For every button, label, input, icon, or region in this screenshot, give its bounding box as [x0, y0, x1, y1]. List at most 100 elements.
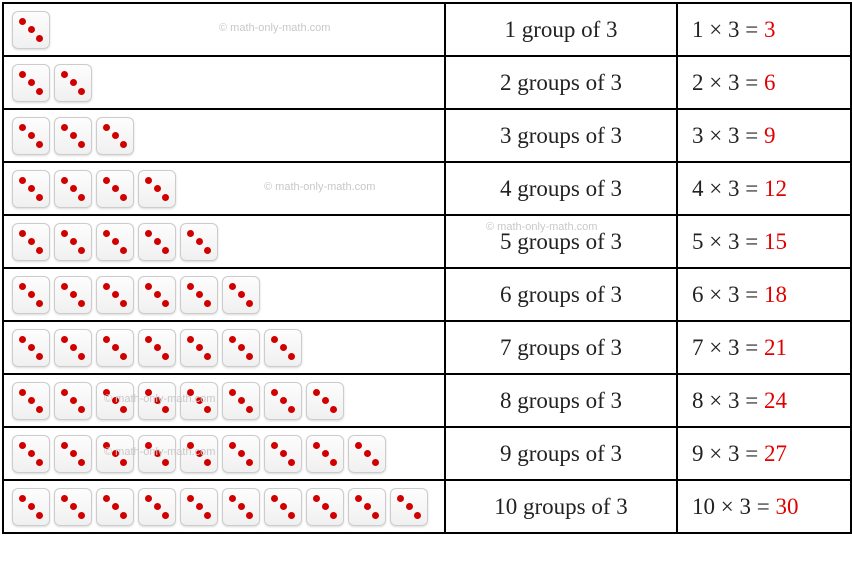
equation-result: 30: [775, 494, 798, 519]
die-three-icon: [96, 488, 134, 526]
die-three-icon: [96, 435, 134, 473]
table-row: © math-only-math.com1 group of 31 × 3 = …: [3, 3, 851, 56]
die-three-icon: [54, 64, 92, 102]
group-description: 8 groups of 3: [445, 374, 677, 427]
die-three-icon: [12, 64, 50, 102]
group-description: 7 groups of 3: [445, 321, 677, 374]
equation-cell: 10 × 3 = 30: [677, 480, 851, 533]
table-row: 3 groups of 33 × 3 = 9: [3, 109, 851, 162]
die-three-icon: [12, 170, 50, 208]
table-row: © math-only-math.com4 groups of 34 × 3 =…: [3, 162, 851, 215]
dice-cell: © math-only-math.com: [3, 3, 445, 56]
die-three-icon: [180, 276, 218, 314]
equation-result: 3: [764, 17, 776, 42]
group-description: 4 groups of 3: [445, 162, 677, 215]
die-three-icon: [12, 329, 50, 367]
table-row: © math-only-math.com8 groups of 38 × 3 =…: [3, 374, 851, 427]
times-table: © math-only-math.com1 group of 31 × 3 = …: [2, 2, 852, 534]
equation-result: 12: [764, 176, 787, 201]
die-three-icon: [306, 435, 344, 473]
equation-result: 21: [764, 335, 787, 360]
die-three-icon: [180, 382, 218, 420]
die-three-icon: [306, 488, 344, 526]
die-three-icon: [96, 329, 134, 367]
die-three-icon: [12, 276, 50, 314]
equation-lhs: 6 × 3 =: [692, 282, 758, 307]
die-three-icon: [348, 488, 386, 526]
die-three-icon: [222, 435, 260, 473]
group-description: 1 group of 3: [445, 3, 677, 56]
die-three-icon: [180, 329, 218, 367]
table-row: © math-only-math.com9 groups of 39 × 3 =…: [3, 427, 851, 480]
equation-cell: 3 × 3 = 9: [677, 109, 851, 162]
die-three-icon: [306, 382, 344, 420]
die-three-icon: [138, 170, 176, 208]
die-three-icon: [54, 117, 92, 155]
equation-cell: 5 × 3 = 15: [677, 215, 851, 268]
die-three-icon: [54, 276, 92, 314]
dice-cell: [3, 321, 445, 374]
equation-lhs: 8 × 3 =: [692, 388, 758, 413]
die-three-icon: [222, 276, 260, 314]
die-three-icon: [180, 488, 218, 526]
table-row: 10 groups of 310 × 3 = 30: [3, 480, 851, 533]
die-three-icon: [264, 488, 302, 526]
die-three-icon: [96, 117, 134, 155]
equation-result: 18: [764, 282, 787, 307]
group-description: 6 groups of 3: [445, 268, 677, 321]
die-three-icon: [54, 435, 92, 473]
dice-cell: [3, 480, 445, 533]
die-three-icon: [222, 488, 260, 526]
table-row: 5 groups of 3© math-only-math.com5 × 3 =…: [3, 215, 851, 268]
dice-cell: [3, 268, 445, 321]
dice-cell: [3, 56, 445, 109]
die-three-icon: [12, 11, 50, 49]
die-three-icon: [12, 435, 50, 473]
dice-cell: © math-only-math.com: [3, 374, 445, 427]
die-three-icon: [264, 435, 302, 473]
die-three-icon: [96, 276, 134, 314]
equation-lhs: 10 × 3 =: [692, 494, 770, 519]
die-three-icon: [138, 223, 176, 261]
table-row: 7 groups of 37 × 3 = 21: [3, 321, 851, 374]
equation-result: 24: [764, 388, 787, 413]
die-three-icon: [54, 488, 92, 526]
group-description: 2 groups of 3: [445, 56, 677, 109]
equation-cell: 2 × 3 = 6: [677, 56, 851, 109]
die-three-icon: [96, 223, 134, 261]
die-three-icon: [12, 382, 50, 420]
equation-cell: 8 × 3 = 24: [677, 374, 851, 427]
die-three-icon: [138, 276, 176, 314]
die-three-icon: [348, 435, 386, 473]
die-three-icon: [12, 488, 50, 526]
equation-cell: 7 × 3 = 21: [677, 321, 851, 374]
equation-cell: 9 × 3 = 27: [677, 427, 851, 480]
die-three-icon: [180, 435, 218, 473]
die-three-icon: [96, 382, 134, 420]
equation-cell: 6 × 3 = 18: [677, 268, 851, 321]
die-three-icon: [12, 117, 50, 155]
equation-cell: 1 × 3 = 3: [677, 3, 851, 56]
die-three-icon: [54, 170, 92, 208]
die-three-icon: [264, 382, 302, 420]
die-three-icon: [222, 382, 260, 420]
dice-cell: © math-only-math.com: [3, 427, 445, 480]
equation-result: 6: [764, 70, 776, 95]
dice-cell: [3, 109, 445, 162]
table-row: 6 groups of 36 × 3 = 18: [3, 268, 851, 321]
die-three-icon: [138, 382, 176, 420]
dice-cell: © math-only-math.com: [3, 162, 445, 215]
equation-cell: 4 × 3 = 12: [677, 162, 851, 215]
die-three-icon: [138, 329, 176, 367]
equation-lhs: 2 × 3 =: [692, 70, 758, 95]
equation-lhs: 5 × 3 =: [692, 229, 758, 254]
equation-result: 9: [764, 123, 776, 148]
die-three-icon: [222, 329, 260, 367]
equation-lhs: 7 × 3 =: [692, 335, 758, 360]
dice-cell: [3, 215, 445, 268]
table-row: 2 groups of 32 × 3 = 6: [3, 56, 851, 109]
die-three-icon: [180, 223, 218, 261]
die-three-icon: [390, 488, 428, 526]
die-three-icon: [138, 435, 176, 473]
equation-result: 27: [764, 441, 787, 466]
